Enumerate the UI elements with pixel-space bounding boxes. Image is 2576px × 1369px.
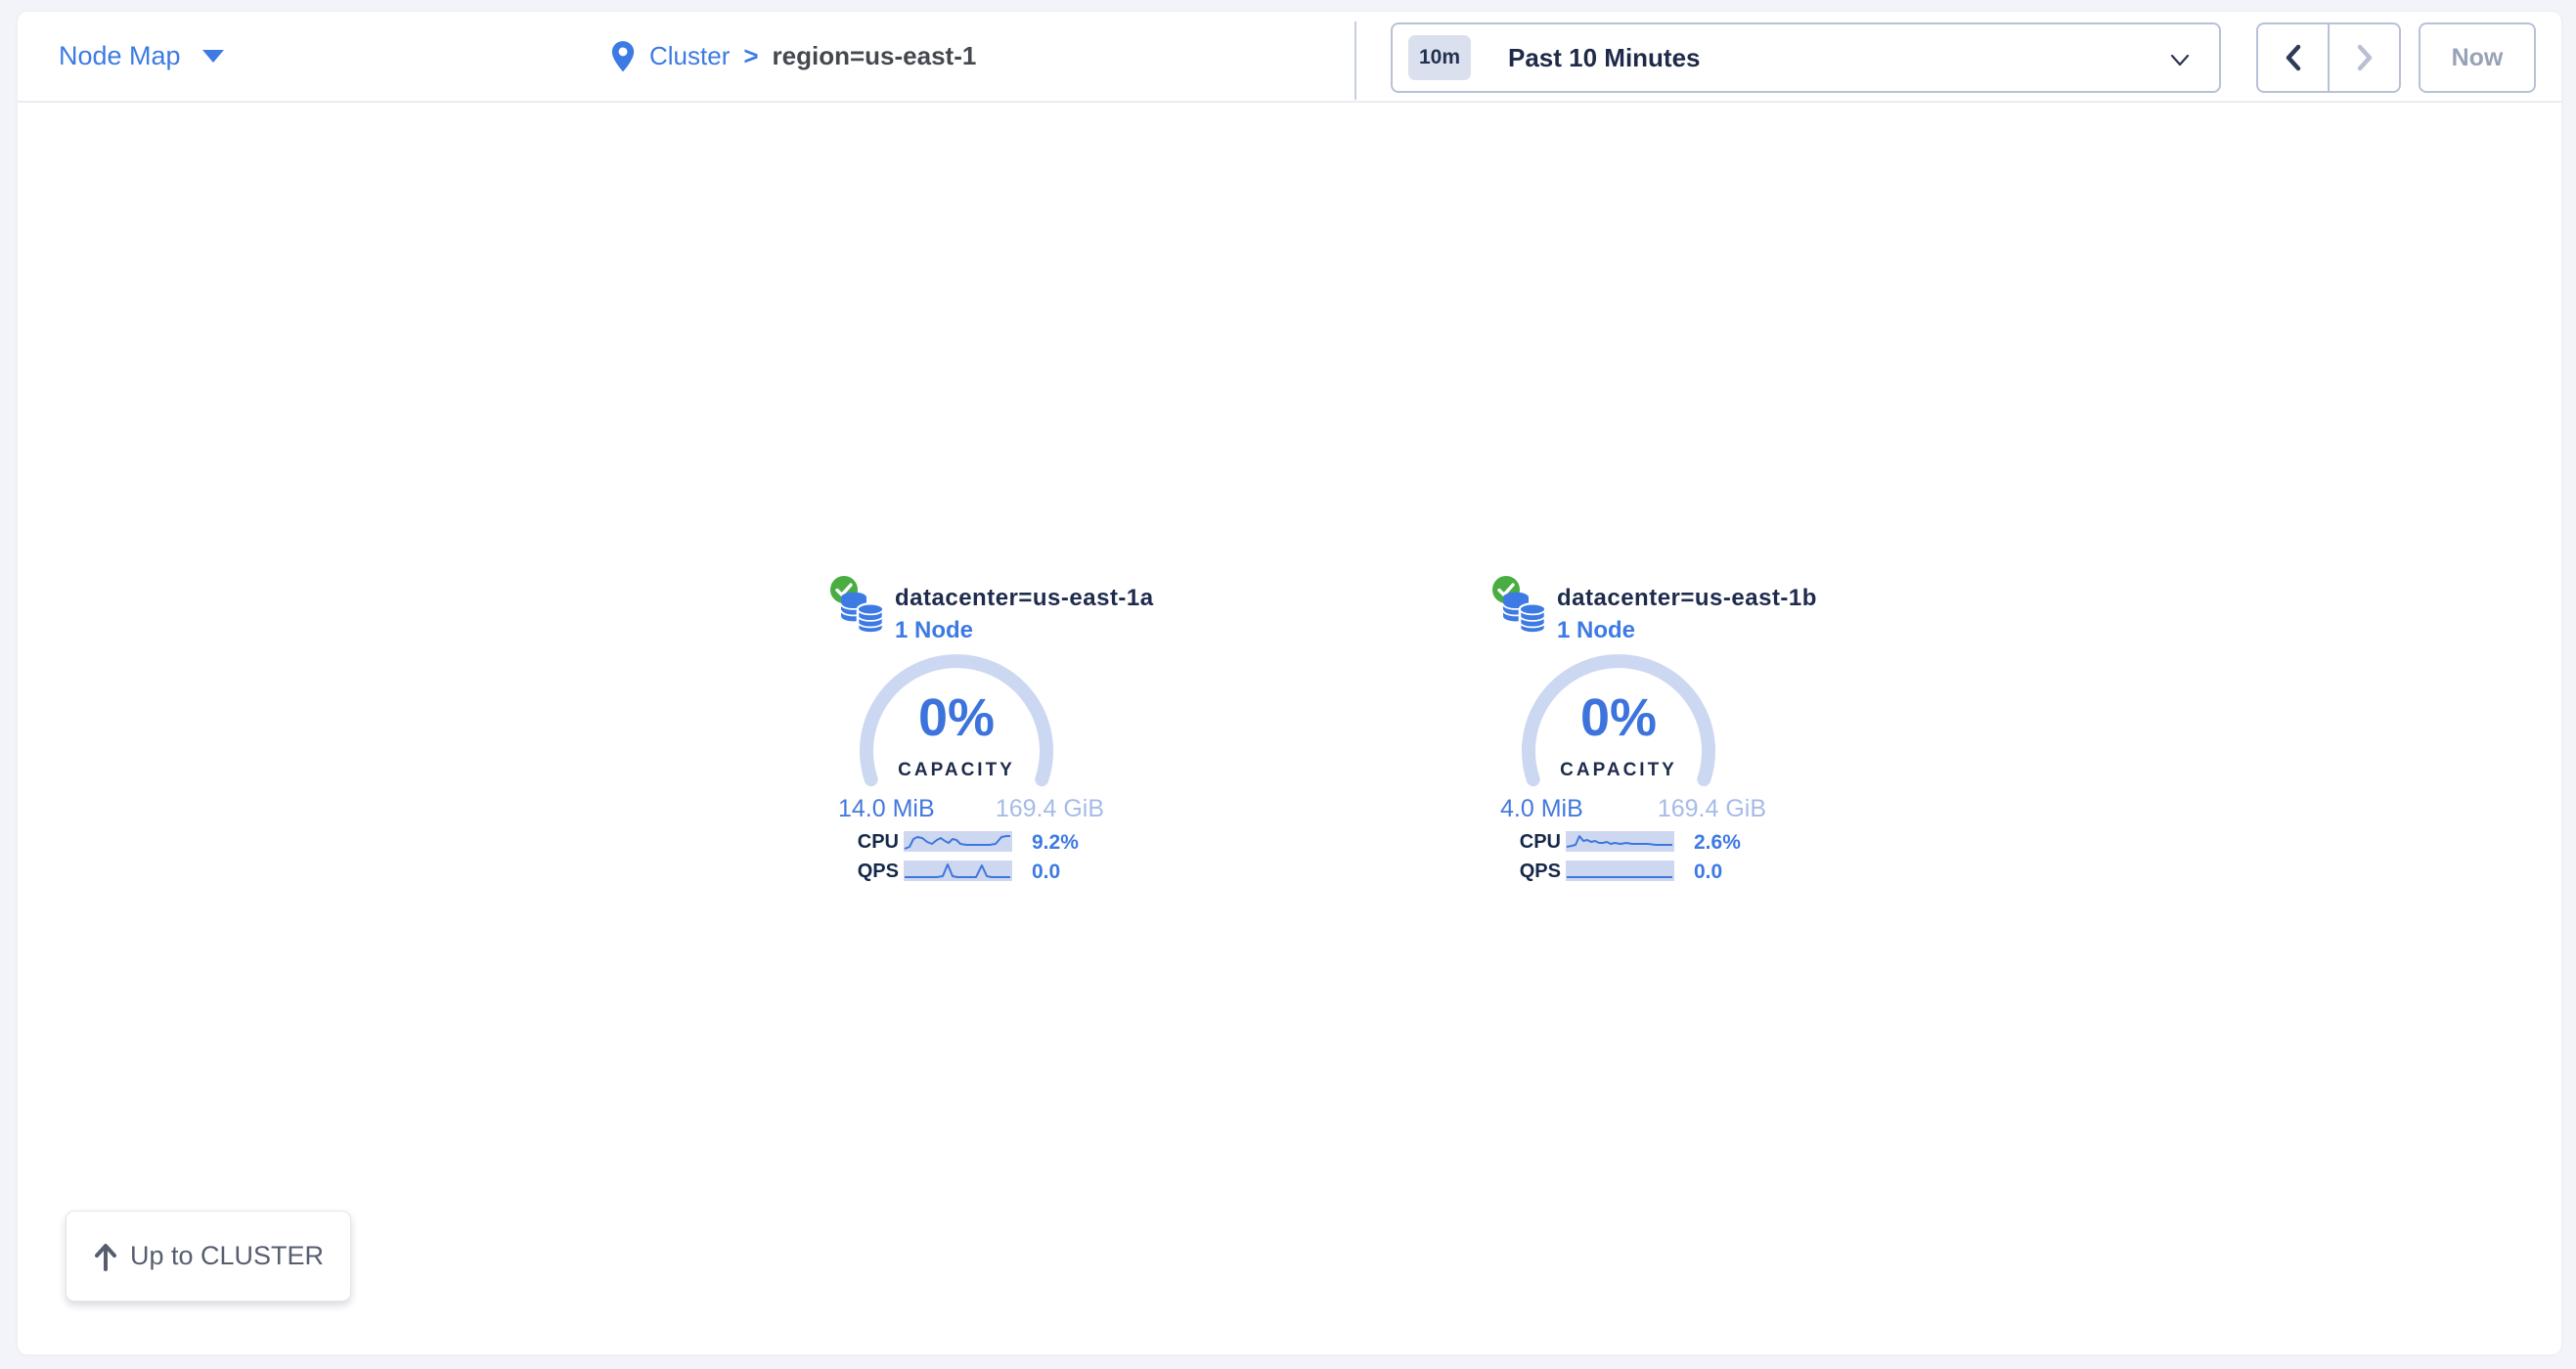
capacity-total: 169.4 GiB: [1658, 795, 1766, 823]
capacity-values: 14.0 MiB 169.4 GiB: [838, 795, 1104, 823]
up-to-cluster-label: Up to CLUSTER: [130, 1241, 324, 1271]
datacenter-database-icon: [1500, 589, 1549, 638]
capacity-percent: 0%: [1519, 687, 1718, 748]
view-selector-dropdown[interactable]: Node Map: [59, 12, 224, 101]
qps-value: 0.0: [1694, 861, 1722, 884]
capacity-label: CAPACITY: [1519, 760, 1718, 781]
capacity-used: 4.0 MiB: [1500, 795, 1583, 823]
node-count-link[interactable]: 1 Node: [1557, 617, 1635, 644]
qps-metric-row: QPS 0.0: [826, 861, 1130, 882]
breadcrumb-separator: >: [743, 41, 758, 71]
qps-metric-row: QPS 0.0: [1488, 861, 1792, 882]
time-range-dropdown[interactable]: 10m Past 10 Minutes: [1391, 22, 2221, 93]
cpu-label: CPU: [858, 831, 899, 854]
qps-sparkline: [1566, 861, 1674, 881]
node-count-link[interactable]: 1 Node: [895, 617, 973, 644]
cpu-value: 9.2%: [1032, 831, 1079, 855]
chevron-down-icon: [2168, 48, 2192, 71]
caret-down-icon: [202, 50, 224, 63]
breadcrumb-current: region=us-east-1: [773, 41, 977, 71]
qps-sparkline: [904, 861, 1012, 881]
capacity-total: 169.4 GiB: [996, 795, 1104, 823]
time-pager: [2256, 22, 2401, 93]
node-map-page: Node Map Cluster > region=us-east-1 10m …: [0, 0, 2576, 1369]
datacenter-title: datacenter=us-east-1a: [895, 585, 1154, 612]
header-divider: [1355, 22, 1356, 100]
cpu-value: 2.6%: [1694, 831, 1741, 855]
now-button[interactable]: Now: [2419, 22, 2536, 93]
cpu-metric-row: CPU 2.6%: [1488, 831, 1792, 853]
qps-value: 0.0: [1032, 861, 1060, 884]
time-range-label: Past 10 Minutes: [1508, 43, 1701, 73]
datacenter-title: datacenter=us-east-1b: [1557, 585, 1817, 612]
main-panel: Node Map Cluster > region=us-east-1 10m …: [18, 12, 2561, 1354]
time-range-badge: 10m: [1408, 35, 1471, 80]
next-time-button[interactable]: [2328, 24, 2399, 91]
cpu-sparkline: [1566, 831, 1674, 852]
cpu-sparkline: [904, 831, 1012, 852]
cpu-metric-row: CPU 9.2%: [826, 831, 1130, 853]
view-selector-label: Node Map: [59, 41, 181, 71]
capacity-percent: 0%: [857, 687, 1056, 748]
datacenter-card[interactable]: datacenter=us-east-1a 1 Node 0% CAPACITY…: [826, 572, 1130, 895]
up-to-cluster-button[interactable]: Up to CLUSTER: [66, 1211, 351, 1302]
chevron-left-icon: [2280, 42, 2307, 73]
prev-time-button[interactable]: [2258, 24, 2328, 91]
page-header: Node Map Cluster > region=us-east-1 10m …: [18, 12, 2561, 103]
arrow-up-icon: [93, 1242, 118, 1271]
chevron-right-icon: [2351, 42, 2378, 73]
datacenter-database-icon: [838, 589, 887, 638]
location-pin-icon: [610, 40, 636, 73]
qps-label: QPS: [1520, 861, 1561, 883]
capacity-used: 14.0 MiB: [838, 795, 935, 823]
datacenter-card[interactable]: datacenter=us-east-1b 1 Node 0% CAPACITY…: [1488, 572, 1792, 895]
breadcrumb: Cluster > region=us-east-1: [610, 12, 976, 101]
capacity-label: CAPACITY: [857, 760, 1056, 781]
qps-label: QPS: [858, 861, 899, 883]
breadcrumb-cluster-link[interactable]: Cluster: [649, 41, 730, 71]
capacity-values: 4.0 MiB 169.4 GiB: [1500, 795, 1766, 823]
cpu-label: CPU: [1520, 831, 1561, 854]
